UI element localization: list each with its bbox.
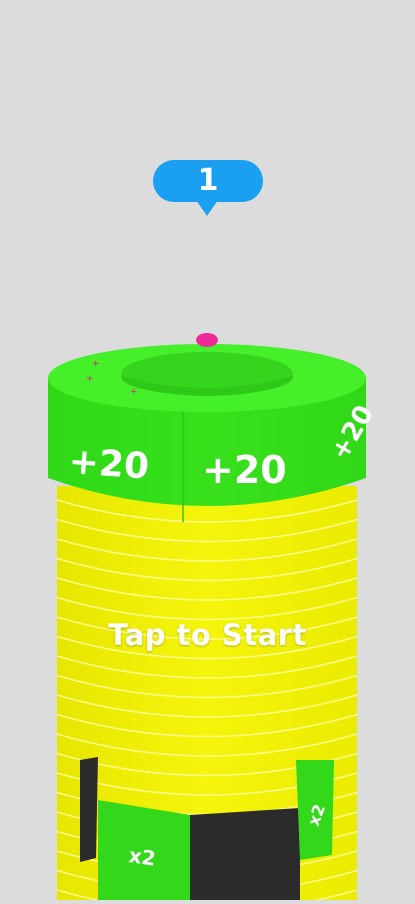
top-ring-label-2: +20 bbox=[202, 448, 287, 492]
bottom-ring-label-1: x2 bbox=[127, 843, 157, 871]
game-scene[interactable]: x2 x2 + + + +20 +20 +20 1 Tap to Start bbox=[0, 0, 415, 904]
player-ball bbox=[196, 333, 218, 347]
tap-to-start-text[interactable]: Tap to Start bbox=[0, 618, 415, 652]
spike-mark: + bbox=[130, 387, 138, 397]
bottom-ring-dark-segment bbox=[190, 808, 300, 900]
tower-canvas: x2 x2 + + + +20 +20 +20 bbox=[48, 160, 380, 904]
spike-mark: + bbox=[92, 359, 100, 369]
spike-mark: + bbox=[86, 374, 94, 384]
top-ring-label-1: +20 bbox=[67, 441, 150, 487]
level-number: 1 bbox=[197, 163, 219, 198]
